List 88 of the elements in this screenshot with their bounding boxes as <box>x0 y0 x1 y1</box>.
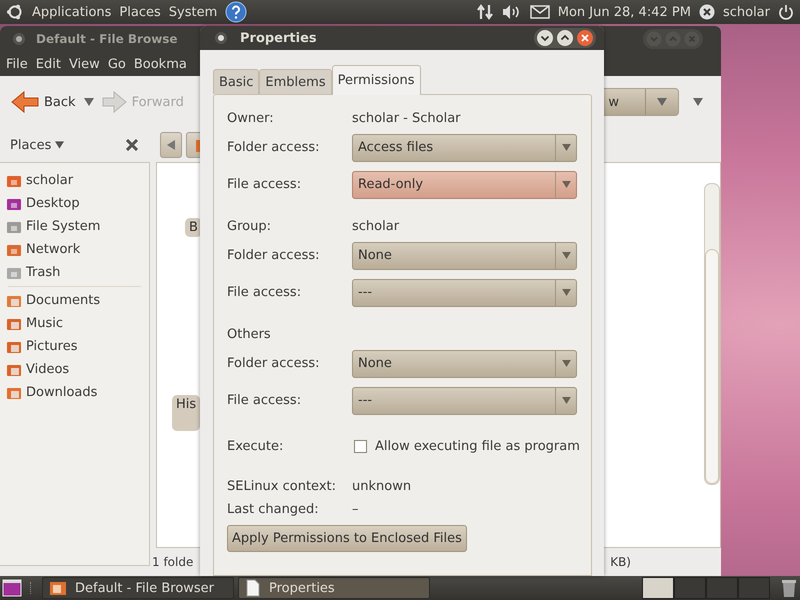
caret-icon[interactable] <box>55 141 64 149</box>
caret-icon <box>562 360 570 367</box>
ubuntu-logo-icon[interactable] <box>6 3 24 21</box>
caret-icon <box>562 144 570 151</box>
field-label: File access: <box>227 177 302 192</box>
back-arrow-icon <box>10 90 40 114</box>
access-dropdown[interactable]: None <box>352 350 577 378</box>
caret-icon <box>657 98 667 106</box>
show-desktop-icon[interactable] <box>2 579 22 597</box>
tab[interactable]: Permissions <box>332 65 420 95</box>
access-dropdown[interactable]: --- <box>352 278 577 306</box>
window-menu-icon[interactable] <box>12 32 26 46</box>
user-name[interactable]: scholar <box>722 4 770 20</box>
sidebar-item[interactable]: Pictures <box>0 335 149 358</box>
menu-item[interactable]: Bookma <box>134 56 187 72</box>
field-label: Execute: <box>227 438 284 454</box>
field-label: Last changed: <box>227 502 320 517</box>
scrollbar[interactable] <box>704 183 720 485</box>
taskbar-button[interactable]: Default - File Browser <box>42 577 234 599</box>
left-arrow-icon <box>167 140 175 150</box>
sidebar-title[interactable]: Places <box>10 138 52 152</box>
sidebar-item[interactable]: scholar <box>0 169 149 192</box>
panel-menu[interactable]: Applications <box>32 4 112 20</box>
menu-item[interactable]: File <box>6 56 28 72</box>
sidebar-item[interactable]: Music <box>0 312 149 335</box>
file-label[interactable]: His <box>172 395 200 431</box>
window-title: Properties <box>240 30 317 46</box>
sidebar-item[interactable]: File System <box>0 215 149 238</box>
tab[interactable]: Emblems <box>259 69 332 94</box>
sidebar-item[interactable]: Videos <box>0 358 149 381</box>
sidebar-item[interactable]: Trash <box>0 261 149 284</box>
minimize-button[interactable] <box>536 29 554 47</box>
caret-icon <box>562 289 570 296</box>
sidebar-item[interactable]: Documents <box>0 289 149 312</box>
sidebar-item[interactable]: Network <box>0 238 149 261</box>
field-label: SELinux context: <box>227 479 338 494</box>
menu-item[interactable]: Edit <box>36 56 61 72</box>
field-label: Owner: <box>227 110 275 126</box>
clock[interactable]: Mon Jun 28, 4:42 PM <box>558 4 691 20</box>
access-dropdown[interactable]: Read-only <box>352 170 577 198</box>
access-dropdown[interactable]: Access files <box>352 134 577 162</box>
menu-item[interactable]: Go <box>108 56 126 72</box>
field-label: Folder access: <box>227 140 320 155</box>
trash-icon[interactable] <box>780 578 798 598</box>
power-icon[interactable] <box>778 4 794 20</box>
field-value: scholar <box>352 218 400 234</box>
document-icon <box>245 579 261 597</box>
workspace-switcher[interactable] <box>642 577 770 599</box>
window-menu-icon[interactable] <box>214 31 228 45</box>
checkbox[interactable] <box>354 440 367 452</box>
field-label: File access: <box>227 285 302 300</box>
network-icon[interactable] <box>476 3 494 21</box>
field-label: Group: <box>227 218 272 234</box>
sidebar-item[interactable]: Desktop <box>0 192 149 215</box>
close-icon[interactable] <box>126 139 138 151</box>
path-back-button[interactable] <box>160 132 182 158</box>
taskbar-button[interactable]: Properties <box>238 577 430 599</box>
back-button[interactable]: Back <box>10 90 76 114</box>
caret-icon <box>562 252 570 259</box>
status-text: KB) <box>610 555 631 569</box>
help-icon[interactable] <box>225 1 248 23</box>
status-text: 1 folde <box>152 555 194 569</box>
checkbox-label[interactable]: Allow executing file as program <box>375 438 580 454</box>
field-value: scholar - Scholar <box>352 110 461 126</box>
close-button[interactable] <box>576 29 594 47</box>
field-value: – <box>352 502 358 517</box>
apply-button[interactable]: Apply Permissions to Enclosed Files <box>227 525 467 552</box>
mail-icon[interactable] <box>530 5 550 19</box>
window-title: Default - File Browse <box>36 32 178 46</box>
access-dropdown[interactable]: --- <box>352 386 577 414</box>
status-icon[interactable] <box>698 4 715 20</box>
field-label: Folder access: <box>227 248 320 263</box>
caret-icon <box>562 181 570 188</box>
field-label: Folder access: <box>227 356 320 371</box>
caret-icon[interactable] <box>693 98 703 106</box>
field-label: File access: <box>227 393 302 408</box>
panel-menu[interactable]: System <box>168 4 218 20</box>
tab[interactable]: Basic <box>213 69 260 94</box>
field-value: unknown <box>352 479 412 494</box>
access-dropdown[interactable]: None <box>352 242 577 270</box>
sidebar-item[interactable]: Downloads <box>0 381 149 404</box>
caret-icon <box>562 397 570 404</box>
field-label: Others <box>227 326 272 342</box>
panel-menu[interactable]: Places <box>119 4 161 20</box>
menu-item[interactable]: View <box>68 56 100 72</box>
maximize-button[interactable] <box>556 29 574 47</box>
caret-icon[interactable] <box>84 98 94 106</box>
forward-arrow-icon <box>102 90 128 114</box>
